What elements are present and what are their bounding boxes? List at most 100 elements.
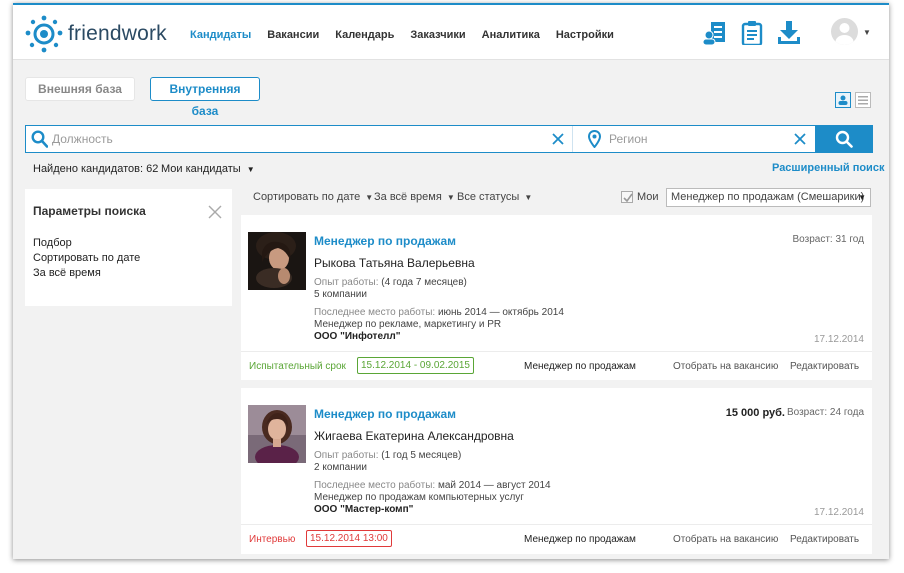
manager-select-value: Менеджер по продажам (Смешарики) [671, 191, 865, 203]
candidate-card: Менеджер по продажам Жигаева Екатерина А… [241, 388, 872, 554]
params-title: Параметры поиска [33, 204, 146, 218]
app-window: friendwork Кандидаты Вакансии Календарь … [13, 3, 889, 559]
candidate-status: Испытательный срок [249, 361, 346, 372]
candidate-name: Рыкова Татьяна Валерьевна [314, 256, 475, 270]
nav-settings[interactable]: Настройки [556, 29, 614, 41]
logo-icon [25, 15, 63, 53]
location-pin-icon [588, 130, 601, 148]
check-icon [623, 193, 633, 203]
my-candidates-label: Мои кандидаты [161, 163, 241, 175]
last-job-position: Менеджер по продажам компьютерных услуг [314, 492, 524, 503]
candidate-date: 17.12.2014 [813, 507, 864, 518]
search-bar [25, 125, 873, 153]
chevron-down-icon: ▼ [524, 193, 533, 202]
last-job-period: май 2014 — август 2014 [437, 480, 551, 491]
nav-candidates[interactable]: Кандидаты [190, 29, 251, 41]
experience-value: (4 года 7 месяцев) [381, 277, 467, 288]
list-view-icon[interactable] [855, 92, 871, 108]
mine-label: Мои [637, 191, 659, 203]
advanced-search-link[interactable]: Расширенный поиск [772, 162, 884, 174]
param-item: Сортировать по дате [33, 252, 141, 264]
candidate-vacancy: Менеджер по продажам [524, 534, 636, 545]
candidate-age: Возраст: 31 год [792, 234, 864, 245]
tab-internal-base[interactable]: Внутренняя база [150, 77, 260, 118]
my-candidates-dropdown[interactable]: Мои кандидаты ▼ [161, 163, 255, 175]
user-icon [835, 23, 854, 45]
position-search-input[interactable] [52, 127, 532, 151]
candidate-photo[interactable] [248, 405, 306, 463]
clipboard-icon[interactable] [740, 21, 764, 45]
avatar[interactable] [831, 18, 858, 45]
chevron-down-icon: ▼ [246, 165, 255, 174]
nav-vacancies[interactable]: Вакансии [267, 29, 319, 41]
pick-for-vacancy-link[interactable]: Отобрать на вакансию [673, 534, 778, 545]
found-count: Найдено кандидатов: 62 [33, 163, 159, 175]
card-divider [241, 351, 872, 352]
sort-dropdown[interactable]: Сортировать по дате ▼ [253, 191, 373, 203]
candidate-card: Менеджер по продажам Рыкова Татьяна Вале… [241, 215, 872, 380]
experience-value: (1 год 5 месяцев) [381, 450, 462, 461]
param-item: Подбор [33, 237, 72, 249]
logo-text: friendwork [68, 22, 167, 45]
search-icon [31, 130, 48, 148]
region-search-input[interactable] [609, 127, 809, 151]
period-dropdown[interactable]: За всё время ▼ [374, 191, 455, 203]
chevron-down-icon: ▼ [446, 193, 455, 202]
last-job-position: Менеджер по рекламе, маркетингу и PR [314, 319, 502, 330]
chevron-down-icon: ▼ [858, 193, 866, 202]
status-dropdown[interactable]: Все статусы ▼ [457, 191, 532, 203]
add-candidate-icon[interactable] [703, 21, 727, 45]
close-icon[interactable] [208, 205, 222, 219]
card-view-icon[interactable] [835, 92, 851, 108]
status-period-badge: 15.12.2014 13:00 [306, 530, 392, 547]
clear-position-icon[interactable] [550, 131, 566, 147]
candidate-date: 17.12.2014 [813, 334, 864, 345]
last-job-label: Последнее место работы: [314, 480, 436, 491]
sort-label: Сортировать по дате [253, 191, 361, 203]
candidate-experience: Опыт работы: (4 года 7 месяцев) 5 компан… [314, 277, 467, 301]
experience-label: Опыт работы: [314, 450, 379, 461]
search-divider [572, 126, 573, 152]
status-period-badge: 15.12.2014 - 09.02.2015 [357, 357, 474, 374]
nav-analytics[interactable]: Аналитика [482, 29, 540, 41]
nav-calendar[interactable]: Календарь [335, 29, 394, 41]
param-item: За всё время [33, 267, 101, 279]
search-button[interactable] [815, 125, 873, 153]
logo[interactable]: friendwork [25, 14, 167, 54]
candidate-vacancy: Менеджер по продажам [524, 361, 636, 372]
candidate-last-job: Последнее место работы: июнь 2014 — октя… [314, 307, 564, 343]
candidate-job-title[interactable]: Менеджер по продажам [314, 407, 456, 421]
tab-external-base[interactable]: Внешняя база [25, 77, 135, 101]
clear-region-icon[interactable] [792, 131, 808, 147]
candidate-last-job: Последнее место работы: май 2014 — авгус… [314, 480, 551, 516]
last-job-company: ООО "Мастер-комп" [314, 504, 414, 515]
chevron-down-icon[interactable]: ▼ [863, 28, 871, 37]
card-divider [241, 524, 872, 525]
params-list: Подбор Сортировать по дате За всё время [33, 236, 140, 281]
top-bar: friendwork Кандидаты Вакансии Календарь … [13, 3, 889, 60]
pick-for-vacancy-link[interactable]: Отобрать на вакансию [673, 361, 778, 372]
edit-link[interactable]: Редактировать [790, 534, 859, 545]
search-button-icon [835, 130, 853, 148]
last-job-label: Последнее место работы: [314, 307, 436, 318]
last-job-company: ООО "Инфотелл" [314, 331, 401, 342]
candidate-experience: Опыт работы: (1 год 5 месяцев) 2 компани… [314, 450, 461, 474]
candidate-photo[interactable] [248, 232, 306, 290]
download-icon[interactable] [777, 21, 801, 45]
candidate-salary: 15 000 руб. [725, 407, 785, 419]
mine-checkbox[interactable] [621, 191, 633, 203]
status-label: Все статусы [457, 191, 520, 203]
nav-customers[interactable]: Заказчики [410, 29, 465, 41]
candidate-age: Возраст: 24 года [786, 407, 864, 418]
companies-count: 2 компании [314, 462, 367, 473]
chevron-down-icon: ▼ [365, 193, 374, 202]
edit-link[interactable]: Редактировать [790, 361, 859, 372]
companies-count: 5 компании [314, 289, 367, 300]
candidate-job-title[interactable]: Менеджер по продажам [314, 234, 456, 248]
candidate-status: Интервью [249, 534, 296, 545]
candidate-name: Жигаева Екатерина Александровна [314, 429, 514, 443]
period-label: За всё время [374, 191, 442, 203]
manager-select[interactable]: Менеджер по продажам (Смешарики) ▼ [666, 188, 871, 207]
main-nav: Кандидаты Вакансии Календарь Заказчики А… [190, 29, 630, 41]
experience-label: Опыт работы: [314, 277, 379, 288]
